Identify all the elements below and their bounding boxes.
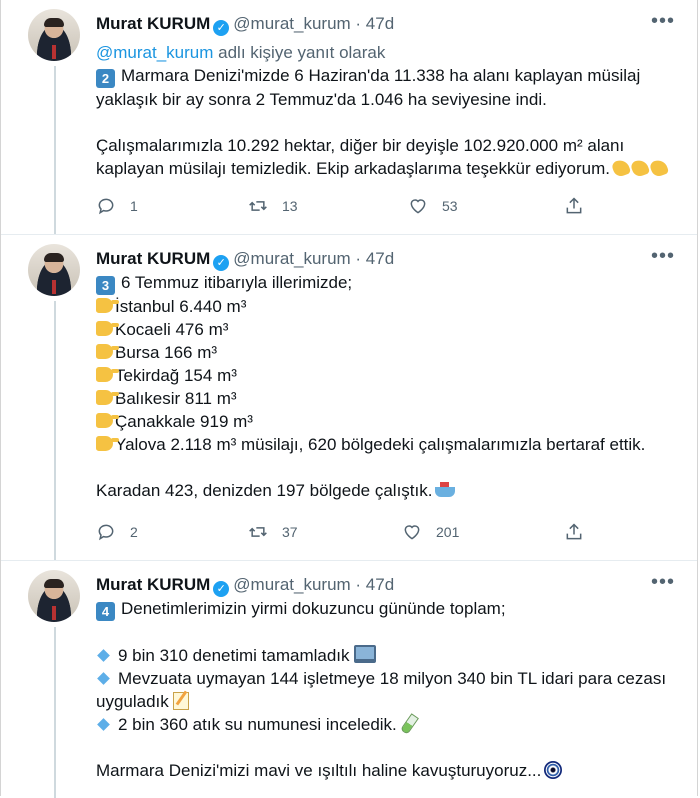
share-button[interactable] bbox=[564, 520, 584, 544]
text-line: Çalışmalarımızla 10.292 hektar, diğer bi… bbox=[96, 136, 625, 155]
clapping-hands-icon bbox=[648, 157, 670, 179]
nazar-amulet-icon bbox=[544, 761, 563, 779]
reply-count: 2 bbox=[130, 524, 138, 540]
list-item: İstanbul 6.440 m³ bbox=[115, 297, 247, 316]
ellipsis-icon[interactable]: ••• bbox=[651, 10, 675, 33]
retweet-button[interactable]: 37 bbox=[248, 520, 298, 544]
pointing-hand-icon bbox=[96, 344, 119, 359]
author-handle[interactable]: @murat_kurum bbox=[233, 249, 350, 268]
list-item: Mevzuata uymayan 144 işletmeye 18 milyon… bbox=[118, 669, 667, 688]
like-button[interactable]: 53 bbox=[408, 194, 458, 218]
list-item: 2 bin 360 atık su numunesi inceledik. bbox=[118, 715, 397, 734]
clapping-hands-icon bbox=[629, 157, 651, 179]
reply-button[interactable]: 1 bbox=[96, 194, 138, 218]
blue-diamond-icon bbox=[97, 649, 110, 662]
thread-connector bbox=[54, 66, 56, 234]
test-tube-icon bbox=[399, 713, 419, 735]
list-item: Yalova 2.118 m³ müsilajı, 620 bölgedeki … bbox=[115, 435, 646, 454]
reply-mention[interactable]: @murat_kurum bbox=[96, 43, 213, 62]
list-item: Balıkesir 811 m³ bbox=[115, 389, 237, 408]
author-name[interactable]: Murat KURUM bbox=[96, 14, 210, 33]
retweet-count: 13 bbox=[282, 198, 298, 214]
speech-bubble-icon bbox=[98, 524, 114, 541]
reply-count: 1 bbox=[130, 198, 138, 214]
text-line: Marmara Denizi'mizde 6 Haziran'da 11.338… bbox=[121, 66, 641, 85]
list-item: Çanakkale 919 m³ bbox=[115, 412, 253, 431]
share-upload-icon bbox=[566, 523, 582, 540]
avatar[interactable] bbox=[28, 244, 80, 296]
retweet-button[interactable]: 13 bbox=[248, 194, 298, 218]
ellipsis-icon[interactable]: ••• bbox=[651, 245, 675, 268]
pointing-hand-icon bbox=[96, 436, 119, 451]
text-line: kaplayan müsilajı temizledik. Ekip arkad… bbox=[96, 159, 610, 178]
reply-context: @murat_kurum adlı kişiye yanıt olarak bbox=[96, 41, 675, 64]
tweet-header: Murat KURUM ✓ @murat_kurum · 47d bbox=[96, 248, 394, 271]
tweet-text: @murat_kurum adlı kişiye yanıt olarak 2M… bbox=[96, 41, 675, 180]
author-handle[interactable]: @murat_kurum bbox=[233, 575, 350, 594]
reply-button[interactable]: 2 bbox=[96, 520, 138, 544]
text-line: Marmara Denizi'mizi mavi ve ışıltılı hal… bbox=[96, 761, 542, 780]
speech-bubble-icon bbox=[98, 198, 114, 215]
tweet[interactable]: Murat KURUM ✓ @murat_kurum · 47d ••• 4 Dene… bbox=[1, 561, 697, 798]
pointing-hand-icon bbox=[96, 321, 119, 336]
keycap-number-icon: 3 bbox=[96, 276, 115, 295]
share-button[interactable] bbox=[564, 194, 584, 218]
list-item: 9 bin 310 denetimi tamamladık bbox=[118, 646, 350, 665]
text-line: Karadan 423, denizden 197 bölgede çalışt… bbox=[96, 481, 433, 500]
avatar[interactable] bbox=[28, 9, 80, 61]
pointing-hand-icon bbox=[96, 390, 119, 405]
like-count: 201 bbox=[436, 524, 460, 540]
verified-badge-icon: ✓ bbox=[213, 255, 230, 271]
laptop-icon bbox=[353, 645, 376, 663]
tweet-actions: 1 13 53 bbox=[96, 194, 675, 218]
verified-badge-icon: ✓ bbox=[213, 581, 230, 597]
tweet-time[interactable]: · 47d bbox=[355, 249, 394, 268]
tweet-text: 3 6 Temmuz itibarıyla illerimizde; İstanb… bbox=[96, 271, 675, 502]
share-upload-icon bbox=[566, 197, 582, 214]
retweet-arrows-icon bbox=[249, 201, 267, 211]
clapping-hands-icon bbox=[610, 157, 632, 179]
memo-icon bbox=[172, 692, 189, 710]
keycap-number-icon: 2 bbox=[96, 69, 115, 88]
tweet-time[interactable]: · 47d bbox=[355, 575, 394, 594]
tweet-text: 4 Denetimlerimizin yirmi dokuzuncu gününd… bbox=[96, 597, 675, 782]
heart-icon bbox=[410, 199, 426, 214]
tweet-header: Murat KURUM ✓ @murat_kurum · 47d bbox=[96, 13, 394, 36]
pointing-hand-icon bbox=[96, 367, 119, 382]
thread-connector bbox=[54, 301, 56, 560]
like-button[interactable]: 201 bbox=[402, 520, 459, 544]
tweet-header: Murat KURUM ✓ @murat_kurum · 47d bbox=[96, 574, 394, 597]
timeline: Murat KURUM ✓ @murat_kurum · 47d ••• @mura… bbox=[0, 0, 698, 798]
list-item: uyguladık bbox=[96, 692, 169, 711]
list-item: Tekirdağ 154 m³ bbox=[115, 366, 237, 385]
ellipsis-icon[interactable]: ••• bbox=[651, 571, 675, 594]
keycap-number-icon: 4 bbox=[96, 602, 115, 621]
author-name[interactable]: Murat KURUM bbox=[96, 249, 210, 268]
like-count: 53 bbox=[442, 198, 458, 214]
blue-diamond-icon bbox=[97, 718, 110, 731]
heart-icon bbox=[404, 525, 420, 540]
tweet-time[interactable]: · 47d bbox=[355, 14, 394, 33]
pointing-hand-icon bbox=[96, 298, 119, 313]
author-handle[interactable]: @murat_kurum bbox=[233, 14, 350, 33]
tweet-actions: 2 37 201 bbox=[96, 520, 675, 544]
tweet[interactable]: Murat KURUM ✓ @murat_kurum · 47d ••• 3 6 Te… bbox=[1, 235, 697, 561]
blue-diamond-icon bbox=[97, 672, 110, 685]
text-line: Denetimlerimizin yirmi dokuzuncu gününde… bbox=[121, 599, 506, 618]
text-line: 6 Temmuz itibarıyla illerimizde; bbox=[121, 273, 353, 292]
retweet-arrows-icon bbox=[249, 527, 267, 537]
author-name[interactable]: Murat KURUM bbox=[96, 575, 210, 594]
reply-label: adlı kişiye yanıt olarak bbox=[213, 43, 386, 62]
ship-icon bbox=[435, 482, 456, 497]
retweet-count: 37 bbox=[282, 524, 298, 540]
pointing-hand-icon bbox=[96, 413, 119, 428]
list-item: Bursa 166 m³ bbox=[115, 343, 218, 362]
tweet[interactable]: Murat KURUM ✓ @murat_kurum · 47d ••• @mura… bbox=[1, 0, 697, 235]
avatar[interactable] bbox=[28, 570, 80, 622]
text-line: yaklaşık bir ay sonra 2 Temmuz'da 1.046 … bbox=[96, 90, 547, 109]
list-item: Kocaeli 476 m³ bbox=[115, 320, 229, 339]
thread-connector bbox=[54, 627, 56, 798]
verified-badge-icon: ✓ bbox=[213, 20, 230, 36]
